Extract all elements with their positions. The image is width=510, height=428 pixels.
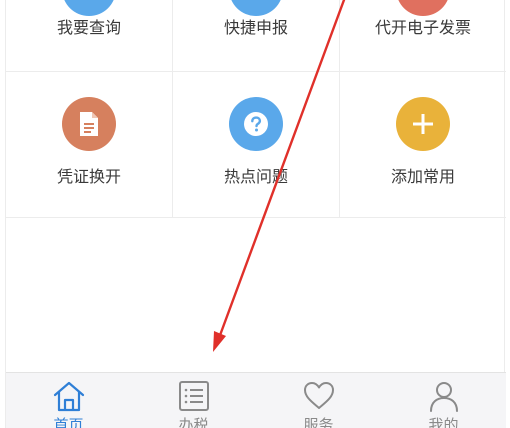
plus-icon [396,97,450,151]
document-icon [62,97,116,151]
grid-item-add-favorite[interactable]: 添加常用 [340,72,506,218]
tab-tax[interactable]: 办税 [131,373,256,428]
app-screen: 我要查询 快捷申报 代开电子发票 凭证换开 热点问题 添加常用 首页 办税 服务… [5,0,506,428]
grid-item-label: 代开电子发票 [374,18,471,37]
grid-item-label: 我要查询 [56,18,121,37]
question-icon [229,97,283,151]
grid-item-label: 添加常用 [390,167,455,186]
bottom-tab-bar: 首页 办税 服务 我的 [6,372,506,428]
tab-label: 服务 [303,416,334,428]
home-icon [53,381,84,412]
tab-service[interactable]: 服务 [256,373,381,428]
tab-label: 我的 [428,416,459,428]
tab-mine[interactable]: 我的 [381,373,506,428]
tab-label: 首页 [53,416,84,428]
grid-item-e-invoice[interactable]: 代开电子发票 [340,0,506,72]
grid-item-label: 凭证换开 [56,167,121,186]
heart-icon [303,382,334,409]
grid-item-query[interactable]: 我要查询 [6,0,173,72]
user-icon [429,382,458,412]
tab-home[interactable]: 首页 [6,373,131,428]
grid-item-label: 快捷申报 [223,18,288,37]
grid-item-quick-declare[interactable]: 快捷申报 [173,0,340,72]
service-grid: 我要查询 快捷申报 代开电子发票 凭证换开 热点问题 添加常用 [6,0,506,218]
grid-item-label: 热点问题 [223,167,288,186]
grid-item-hot-questions[interactable]: 热点问题 [173,72,340,218]
tab-label: 办税 [178,416,209,428]
list-icon [178,381,209,411]
grid-item-voucher-exchange[interactable]: 凭证换开 [6,72,173,218]
